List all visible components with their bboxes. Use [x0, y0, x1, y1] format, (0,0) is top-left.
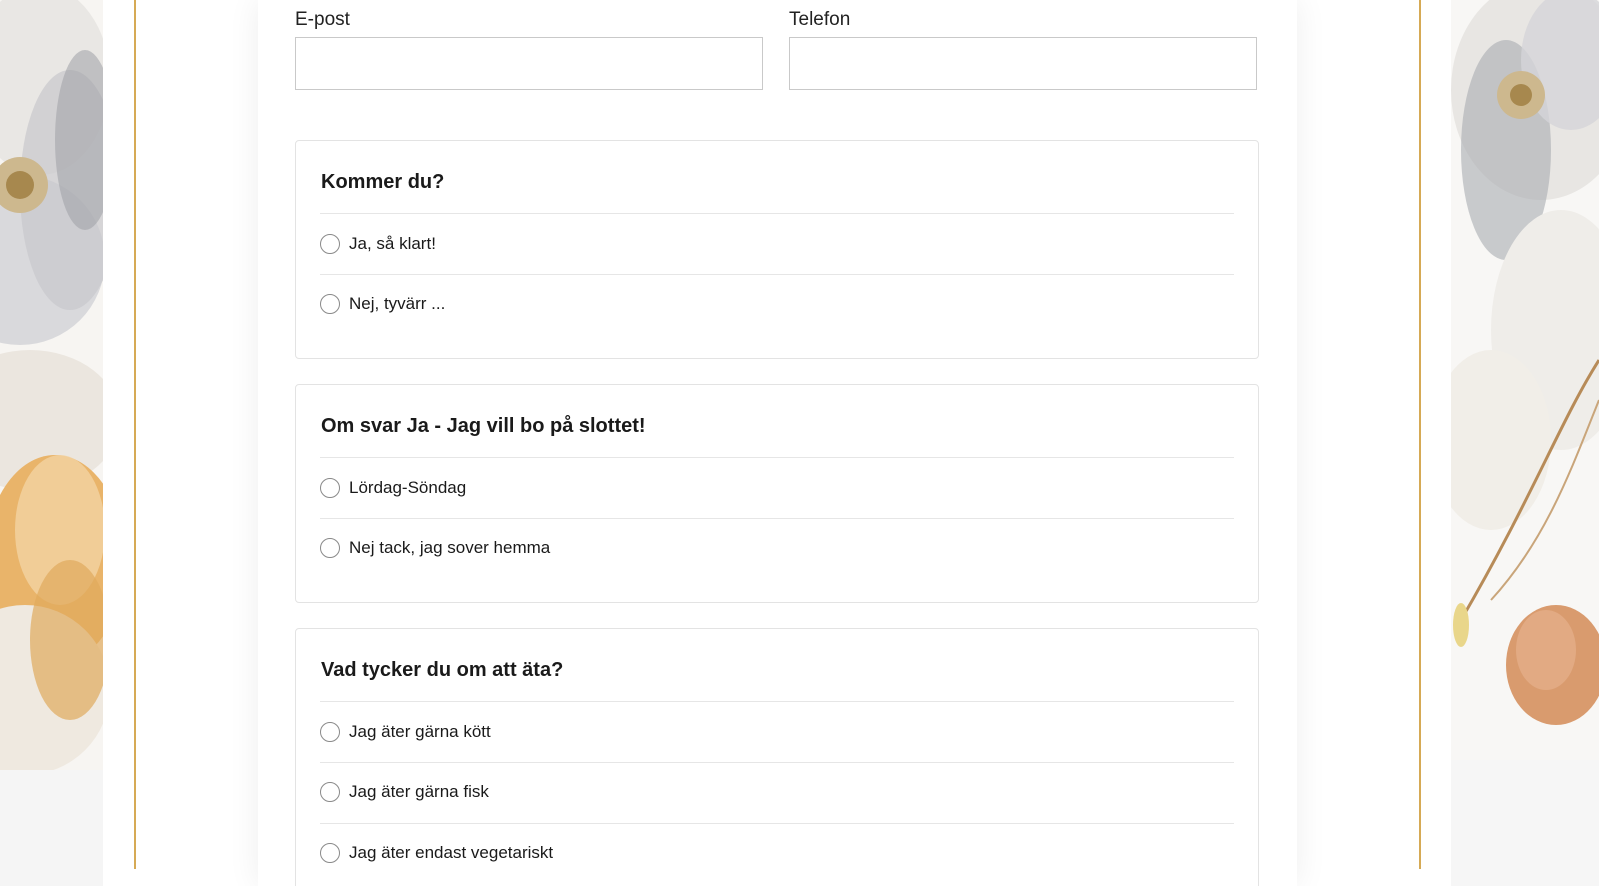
question-food: Vad tycker du om att äta? Jag äter gärna…	[295, 628, 1259, 886]
option-sleep-home[interactable]: Nej tack, jag sover hemma	[320, 528, 1234, 568]
option-saturday-sunday[interactable]: Lördag-Söndag	[320, 468, 1234, 508]
divider	[320, 457, 1234, 458]
divider	[320, 701, 1234, 702]
radio-button[interactable]	[320, 294, 340, 314]
page: E-post Telefon Kommer du? Ja, så klart! …	[0, 0, 1599, 886]
option-fish[interactable]: Jag äter gärna fisk	[320, 772, 1234, 812]
email-label: E-post	[295, 9, 350, 30]
divider	[320, 213, 1234, 214]
divider	[320, 518, 1234, 519]
divider	[320, 762, 1234, 763]
option-label: Nej, tyvärr ...	[349, 294, 446, 313]
phone-label: Telefon	[789, 9, 851, 30]
radio-button[interactable]	[320, 234, 340, 254]
question-accommodation: Om svar Ja - Jag vill bo på slottet! Lör…	[295, 384, 1259, 603]
radio-button[interactable]	[320, 722, 340, 742]
option-yes[interactable]: Ja, så klart!	[320, 224, 1234, 264]
option-label: Jag äter gärna fisk	[349, 782, 489, 801]
option-label: Lördag-Söndag	[349, 478, 467, 497]
option-vegetarian[interactable]: Jag äter endast vegetariskt	[320, 833, 1234, 873]
option-no[interactable]: Nej, tyvärr ...	[320, 284, 1234, 324]
rsvp-form: E-post Telefon Kommer du? Ja, så klart! …	[258, 0, 1297, 886]
gold-border-right	[1419, 0, 1421, 869]
radio-button[interactable]	[320, 478, 340, 498]
option-label: Jag äter endast vegetariskt	[349, 843, 554, 862]
divider	[320, 274, 1234, 275]
divider	[320, 823, 1234, 824]
question-attending: Kommer du? Ja, så klart! Nej, tyvärr ...	[295, 140, 1259, 359]
gold-border-left	[134, 0, 136, 869]
radio-button[interactable]	[320, 538, 340, 558]
radio-button[interactable]	[320, 843, 340, 863]
option-label: Jag äter gärna kött	[349, 722, 491, 741]
floral-decoration-right	[1451, 0, 1599, 886]
question-title: Vad tycker du om att äta?	[321, 659, 564, 681]
radio-button[interactable]	[320, 782, 340, 802]
invitation-paper: E-post Telefon Kommer du? Ja, så klart! …	[103, 0, 1451, 886]
email-field[interactable]	[295, 37, 763, 90]
option-meat[interactable]: Jag äter gärna kött	[320, 712, 1234, 752]
floral-decoration-left	[0, 0, 103, 886]
question-title: Kommer du?	[321, 171, 445, 193]
phone-field[interactable]	[789, 37, 1257, 90]
option-label: Nej tack, jag sover hemma	[349, 538, 551, 557]
option-label: Ja, så klart!	[349, 234, 436, 253]
question-title: Om svar Ja - Jag vill bo på slottet!	[321, 415, 646, 437]
